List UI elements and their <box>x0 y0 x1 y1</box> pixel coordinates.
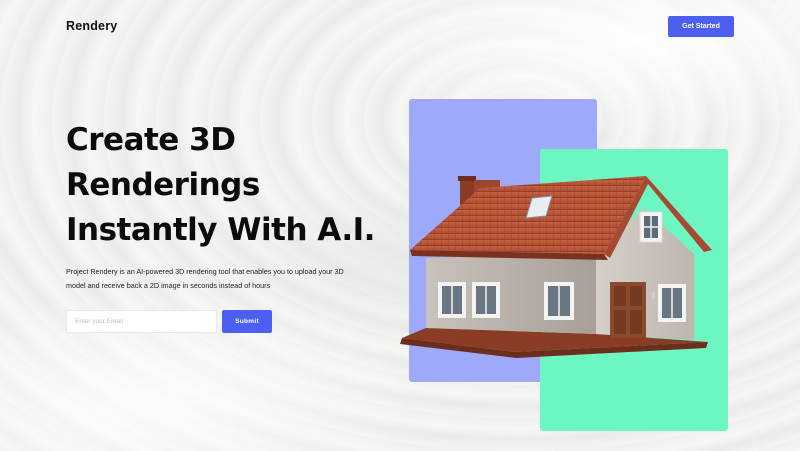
description-line-2: model and receive back a 2D image in sec… <box>66 281 271 290</box>
email-input[interactable] <box>66 310 217 333</box>
house-window-1 <box>438 282 466 318</box>
house-door <box>610 282 646 338</box>
headline-line-2: Renderings <box>66 167 260 203</box>
house-image <box>400 176 712 358</box>
brand-logo[interactable]: Rendery <box>66 19 117 33</box>
get-started-button[interactable]: Get Started <box>668 16 734 37</box>
submit-button[interactable]: Submit <box>222 310 272 333</box>
headline-line-3: Instantly With A.I. <box>66 212 375 248</box>
house-window-4 <box>658 284 686 322</box>
headline-line-1: Create 3D <box>66 122 236 158</box>
description-line-1: Project Rendery is an AI-powered 3D rend… <box>66 267 344 276</box>
hero-description: Project Rendery is an AI-powered 3D rend… <box>66 265 366 293</box>
house-window-3 <box>544 282 574 320</box>
house-window-2 <box>472 282 500 318</box>
hero-headline: Create 3D Renderings Instantly With A.I. <box>66 118 386 253</box>
